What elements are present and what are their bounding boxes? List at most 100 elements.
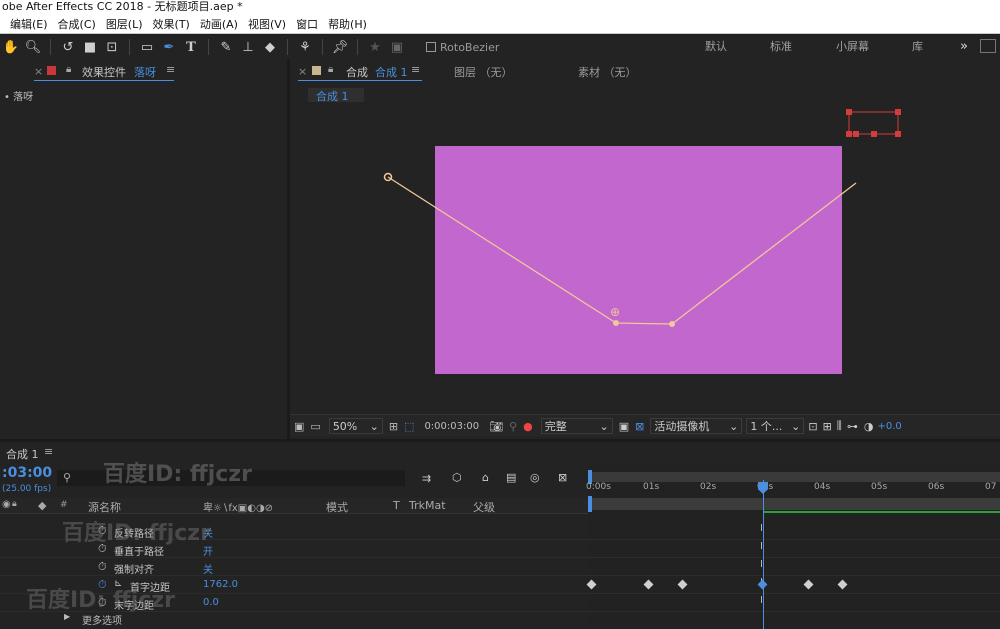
pen-tool-icon[interactable]: ✒ — [158, 36, 180, 58]
grid-toggle-icon[interactable]: ⊞ — [389, 420, 398, 433]
keyframe[interactable] — [677, 579, 688, 590]
graph-editor-icon[interactable]: ⊠ — [558, 471, 567, 484]
effects-layer-item[interactable]: • 落呀 — [4, 88, 33, 103]
menu-composition[interactable]: 合成(C) — [58, 16, 96, 32]
property-row[interactable]: ⏱ 强制对齐 关 — [0, 558, 588, 576]
comp-tab-name[interactable]: 合成 1 — [375, 64, 408, 80]
keyframe[interactable] — [837, 579, 848, 590]
menu-view[interactable]: 视图(V) — [248, 16, 286, 32]
keyframe[interactable] — [803, 579, 814, 590]
bounding-box-handle[interactable] — [895, 109, 901, 115]
source-name-header[interactable]: 源名称 — [88, 499, 121, 515]
bounding-box-handle[interactable] — [846, 109, 852, 115]
camera-tool-icon[interactable]: ■ — [79, 36, 101, 58]
rotobezier-checkbox[interactable] — [426, 42, 436, 52]
parent-header[interactable]: 父级 — [473, 499, 495, 515]
shy-layers-icon[interactable]: ⌂ — [482, 471, 489, 484]
bounding-box-handle[interactable] — [895, 131, 901, 137]
bounding-box-handle[interactable] — [853, 131, 859, 137]
comp-viewer[interactable]: ⊕ — [290, 108, 1000, 414]
workspace-standard[interactable]: 标准 — [770, 35, 792, 59]
timeline-tab[interactable]: 合成 1 — [6, 446, 39, 462]
time-ruler[interactable]: 0:00s01s02s03s04s05s06s07 — [586, 482, 1000, 496]
workspace-default[interactable]: 默认 — [705, 35, 727, 59]
keyframe[interactable] — [643, 579, 654, 590]
show-snapshot-icon[interactable]: ⚲ — [509, 420, 517, 433]
roto-brush-tool-icon[interactable]: ⚘ — [294, 36, 316, 58]
hand-tool-icon[interactable]: ✋ — [0, 36, 22, 58]
work-area-start-handle[interactable] — [588, 496, 592, 512]
views-dropdown[interactable]: 1 个... ⌄ — [746, 418, 805, 434]
effects-tab-label[interactable]: 效果控件 — [82, 64, 126, 80]
menu-edit[interactable]: 编辑(E) — [10, 16, 48, 32]
type-tool-icon[interactable]: T — [180, 36, 202, 58]
effects-tab-layer[interactable]: 落呀 — [134, 64, 156, 80]
mode-header[interactable]: 模式 — [326, 499, 348, 515]
timeline-icon[interactable]: ⫼ — [837, 419, 842, 433]
current-time-indicator[interactable] — [763, 480, 764, 629]
transparency-grid-icon[interactable]: ⊠ — [635, 420, 644, 433]
work-area-bar[interactable] — [588, 498, 1000, 510]
property-value[interactable]: 1762.0 — [203, 579, 238, 590]
lock-column-icon[interactable]: 🔒︎ — [12, 499, 17, 509]
stopwatch-icon[interactable]: ⏱ — [98, 560, 107, 574]
bounding-box-handle[interactable] — [846, 131, 852, 137]
brush-tool-icon[interactable]: ✎ — [215, 36, 237, 58]
rectangle-tool-icon[interactable]: ▭ — [136, 36, 158, 58]
menu-layer[interactable]: 图层(L) — [106, 16, 143, 32]
preserve-transparency-header[interactable]: T — [393, 499, 400, 512]
keyframe[interactable] — [586, 579, 597, 590]
layer-duration-bar[interactable] — [588, 511, 1000, 513]
more-workspaces-button[interactable]: » — [960, 35, 968, 59]
lock-icon[interactable]: 🔒︎ — [328, 64, 333, 75]
bounding-box-handle[interactable] — [871, 131, 877, 137]
lock-icon[interactable]: 🔒︎ — [66, 64, 71, 75]
search-help-button[interactable] — [980, 39, 996, 53]
monitor-icon[interactable]: ▭ — [310, 420, 320, 433]
close-tab-icon[interactable]: × — [34, 65, 43, 78]
reset-exposure-icon[interactable]: ◑ — [864, 420, 874, 433]
snapshot-icon[interactable]: 📷︎ — [489, 420, 503, 433]
panel-menu-icon[interactable]: ≡ — [411, 63, 420, 76]
mask-visibility-icon[interactable]: ⬚ — [404, 420, 414, 433]
fast-previews-icon[interactable]: ⊞ — [823, 420, 832, 433]
eraser-tool-icon[interactable]: ◆ — [259, 36, 281, 58]
zoom-dropdown[interactable]: 50% ⌄ — [328, 418, 383, 434]
clone-stamp-tool-icon[interactable]: ⊥ — [237, 36, 259, 58]
workspace-small-screen[interactable]: 小屏幕 — [836, 35, 869, 59]
menu-animation[interactable]: 动画(A) — [200, 16, 238, 32]
resolution-dropdown[interactable]: 完整 ⌄ — [540, 418, 613, 434]
draft-3d-icon[interactable]: ⬡ — [452, 471, 462, 484]
rotobezier-option[interactable]: RotoBezier — [426, 41, 499, 54]
eye-column-icon[interactable]: ◉ — [2, 499, 11, 510]
always-preview-icon[interactable]: ▣ — [294, 420, 304, 433]
panel-menu-icon[interactable]: ≡ — [166, 63, 175, 76]
comp-mini-flowchart-icon[interactable]: ⇉ — [422, 472, 431, 485]
rotate-tool-icon[interactable]: ↺ — [57, 36, 79, 58]
camera-dropdown[interactable]: 活动摄像机 ⌄ — [650, 418, 743, 434]
menu-effect[interactable]: 效果(T) — [153, 16, 190, 32]
time-navigator[interactable] — [588, 472, 1000, 482]
time-graph[interactable]: 0:00s01s02s03s04s05s06s07 IIIII — [586, 464, 1000, 629]
current-time-display[interactable]: 0:00:03:00 — [424, 421, 479, 432]
puppet-pin-tool-icon[interactable]: 📌︎ — [329, 36, 351, 58]
label-column-icon[interactable]: ◆ — [38, 499, 46, 512]
roi-icon[interactable]: ▣ — [619, 420, 629, 433]
footage-viewer-tab[interactable]: 素材 （无） — [578, 64, 637, 80]
close-tab-icon[interactable]: × — [298, 65, 307, 78]
flowchart-icon[interactable]: ⊶ — [847, 420, 858, 433]
pan-behind-tool-icon[interactable]: ⊡ — [101, 36, 123, 58]
property-value[interactable]: 关 — [203, 561, 213, 576]
motion-blur-icon[interactable]: ◎ — [530, 471, 540, 484]
more-options-label[interactable]: 更多选项 — [82, 612, 122, 627]
menu-window[interactable]: 窗口 — [296, 16, 318, 32]
zoom-tool-icon[interactable]: 🔍︎ — [22, 36, 44, 58]
comp-tab-label[interactable]: 合成 — [346, 64, 368, 80]
path-vertex[interactable] — [613, 320, 619, 326]
exposure-value[interactable]: +0.0 — [877, 421, 901, 432]
menu-help[interactable]: 帮助(H) — [328, 16, 367, 32]
property-value[interactable]: 0.0 — [203, 597, 219, 608]
frame-blending-icon[interactable]: ▤ — [506, 471, 516, 484]
comp-canvas[interactable]: ⊕ — [290, 108, 1000, 414]
panel-menu-icon[interactable]: ≡ — [44, 445, 53, 458]
